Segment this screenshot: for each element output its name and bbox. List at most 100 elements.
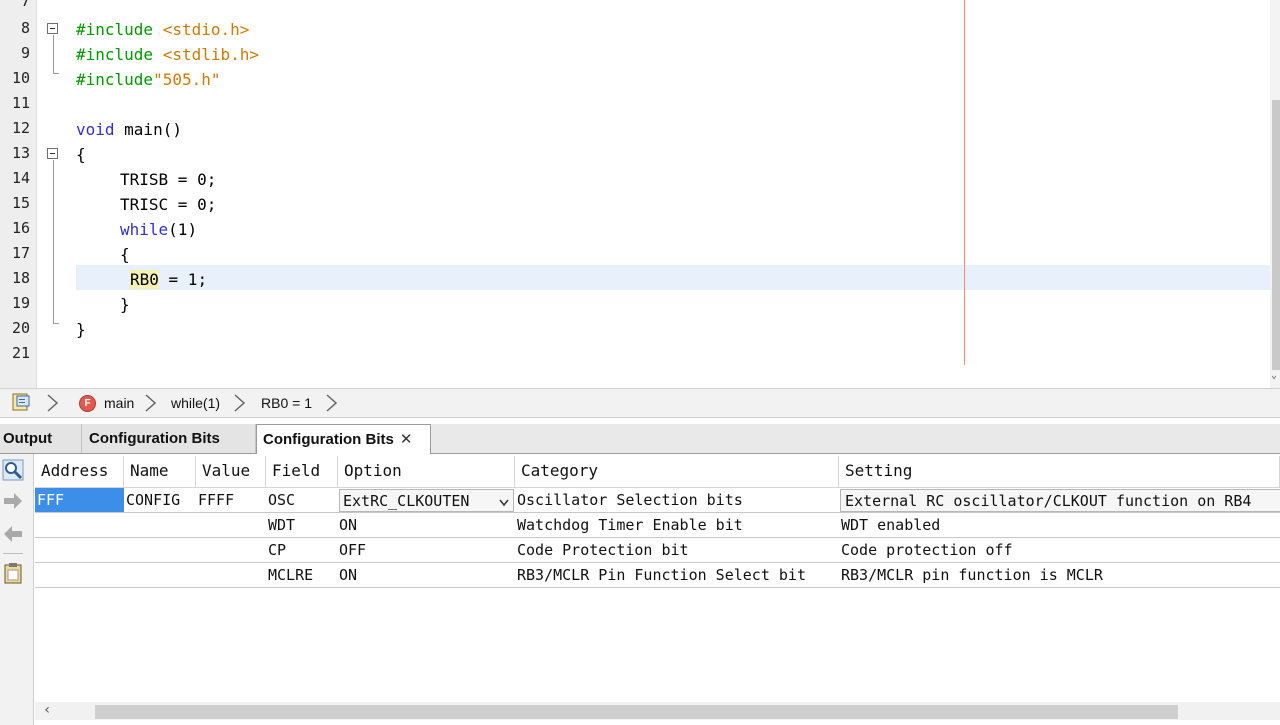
option-selected-value: ExtRC_CLKOUTEN (343, 492, 470, 510)
toolbar-separator (3, 553, 23, 554)
fold-end (53, 73, 59, 74)
breadcrumb-item-statement[interactable]: RB0 = 1 (261, 395, 312, 411)
code-line[interactable]: } (120, 292, 130, 317)
fold-toggle-icon[interactable] (47, 148, 58, 159)
scroll-left-icon[interactable]: ‹ (43, 702, 51, 718)
setting-selected-value: External RC oscillator/CLKOUT function o… (845, 492, 1252, 510)
option-dropdown[interactable]: ExtRC_CLKOUTEN (339, 489, 514, 512)
setting-dropdown[interactable]: External RC oscillator/CLKOUT function o… (840, 489, 1280, 512)
code-line[interactable]: void main() (76, 117, 182, 142)
arrow-left-icon[interactable] (2, 523, 24, 545)
chevron-right-icon (145, 394, 157, 412)
cell-setting[interactable]: Code protection off (841, 538, 1013, 562)
code-line[interactable]: #include"505.h" (76, 67, 221, 92)
line-number: 19 (11, 294, 30, 312)
table-row[interactable]: FFF CONFIG FFFF OSC ExtRC_CLKOUTEN Oscil… (35, 488, 1280, 513)
code-line[interactable]: { (76, 142, 86, 167)
output-tab-bar: Output Configuration Bits Configuration … (0, 424, 1280, 454)
configuration-bits-table: Address Name Value Field Option Category… (35, 456, 1280, 702)
horizontal-scrollbar-thumb[interactable] (95, 705, 1178, 719)
line-number: 9 (20, 44, 30, 62)
chevron-right-icon (326, 394, 338, 412)
cell-setting[interactable]: WDT enabled (841, 513, 940, 537)
column-header-name[interactable]: Name (124, 456, 196, 488)
magnifier-icon[interactable] (2, 459, 24, 481)
table-row[interactable]: MCLRE ON RB3/MCLR Pin Function Select bi… (35, 563, 1280, 588)
preprocessor-directive: #include (76, 45, 154, 64)
line-number: 21 (11, 344, 30, 362)
chevron-down-icon (499, 499, 509, 507)
identifier-highlight: RB0 (130, 270, 159, 289)
code-editor[interactable]: 7 8 9 10 11 12 13 14 15 16 17 18 19 20 2… (0, 0, 1280, 388)
cell-field: MCLRE (268, 566, 314, 584)
include-path: <stdio.h> (153, 20, 250, 39)
cell-field: WDT (268, 516, 296, 534)
line-number: 11 (11, 94, 30, 112)
fold-guide (53, 35, 54, 73)
line-number: 20 (11, 319, 30, 337)
chevron-right-icon (47, 394, 59, 412)
code-line[interactable]: } (76, 317, 86, 342)
column-header-address[interactable]: Address (35, 456, 124, 488)
include-path: <stdlib.h> (153, 45, 260, 64)
column-header-category[interactable]: Category (515, 456, 839, 488)
line-number: 10 (11, 69, 30, 87)
breadcrumb-item-main[interactable]: main (104, 395, 134, 411)
close-icon[interactable]: ✕ (400, 431, 413, 448)
chevron-right-icon (234, 394, 246, 412)
code-line[interactable]: while(1) (120, 217, 197, 242)
cell-option[interactable]: ON (339, 513, 357, 537)
column-header-value[interactable]: Value (196, 456, 266, 488)
code-text: (1) (168, 220, 198, 239)
source-file-icon[interactable] (12, 393, 31, 411)
breadcrumb: F main while(1) RB0 = 1 (0, 388, 1280, 418)
line-number: 7 (20, 0, 30, 10)
code-line[interactable]: #include <stdio.h> (76, 17, 249, 42)
line-number-gutter: 7 8 9 10 11 12 13 14 15 16 17 18 19 20 2… (0, 0, 37, 388)
vertical-scrollbar-thumb[interactable] (1272, 100, 1280, 370)
line-number: 16 (11, 219, 30, 237)
function-icon: F (79, 395, 96, 412)
cell-field: CP (268, 541, 287, 559)
cell-name: CONFIG (126, 491, 181, 509)
cell-category: RB3/MCLR Pin Function Select bit (517, 566, 806, 584)
keyword: while (120, 220, 169, 239)
fold-toggle-icon[interactable] (47, 23, 58, 34)
tab-label: Configuration Bits (263, 431, 394, 448)
cell-value: FFFF (198, 491, 235, 509)
tab-configuration-bits-active[interactable]: Configuration Bits ✕ (256, 424, 431, 454)
code-line[interactable]: #include <stdlib.h> (76, 42, 259, 67)
line-number: 13 (11, 144, 30, 162)
table-row[interactable]: CP OFF Code Protection bit Code protecti… (35, 538, 1280, 563)
line-number: 18 (11, 269, 30, 287)
code-line[interactable]: TRISB = 0; (120, 167, 216, 192)
cell-address[interactable]: FFF (35, 488, 124, 512)
cell-setting[interactable]: RB3/MCLR pin function is MCLR (841, 563, 1103, 587)
clipboard-icon[interactable] (2, 562, 24, 584)
code-line[interactable]: RB0 = 1; (130, 267, 207, 292)
cell-category: Oscillator Selection bits (517, 491, 743, 509)
code-line[interactable]: TRISC = 0; (120, 192, 216, 217)
cell-option[interactable]: ON (339, 563, 357, 587)
code-line[interactable]: { (120, 242, 130, 267)
tab-configuration-bits[interactable]: Configuration Bits (82, 424, 256, 453)
cell-option[interactable]: OFF (339, 538, 366, 562)
line-number: 17 (11, 244, 30, 262)
line-number: 12 (11, 119, 30, 137)
tab-output[interactable]: Output (0, 424, 82, 453)
breadcrumb-item-while[interactable]: while(1) (171, 395, 220, 411)
line-number: 14 (11, 169, 30, 187)
horizontal-scrollbar[interactable]: ‹ (35, 702, 1280, 720)
preprocessor-directive: #include (76, 20, 154, 39)
scroll-down-icon[interactable]: ⌄ (1271, 370, 1277, 381)
table-row[interactable]: WDT ON Watchdog Timer Enable bit WDT ena… (35, 513, 1280, 538)
column-header-option[interactable]: Option (338, 456, 515, 488)
column-header-setting[interactable]: Setting (839, 456, 1280, 488)
arrow-right-icon[interactable] (2, 490, 24, 512)
cell-field: OSC (268, 491, 296, 509)
panel-toolbar (0, 454, 34, 725)
line-number: 15 (11, 194, 30, 212)
cell-category: Watchdog Timer Enable bit (517, 516, 743, 534)
right-margin-line (964, 0, 965, 365)
column-header-field[interactable]: Field (266, 456, 338, 488)
